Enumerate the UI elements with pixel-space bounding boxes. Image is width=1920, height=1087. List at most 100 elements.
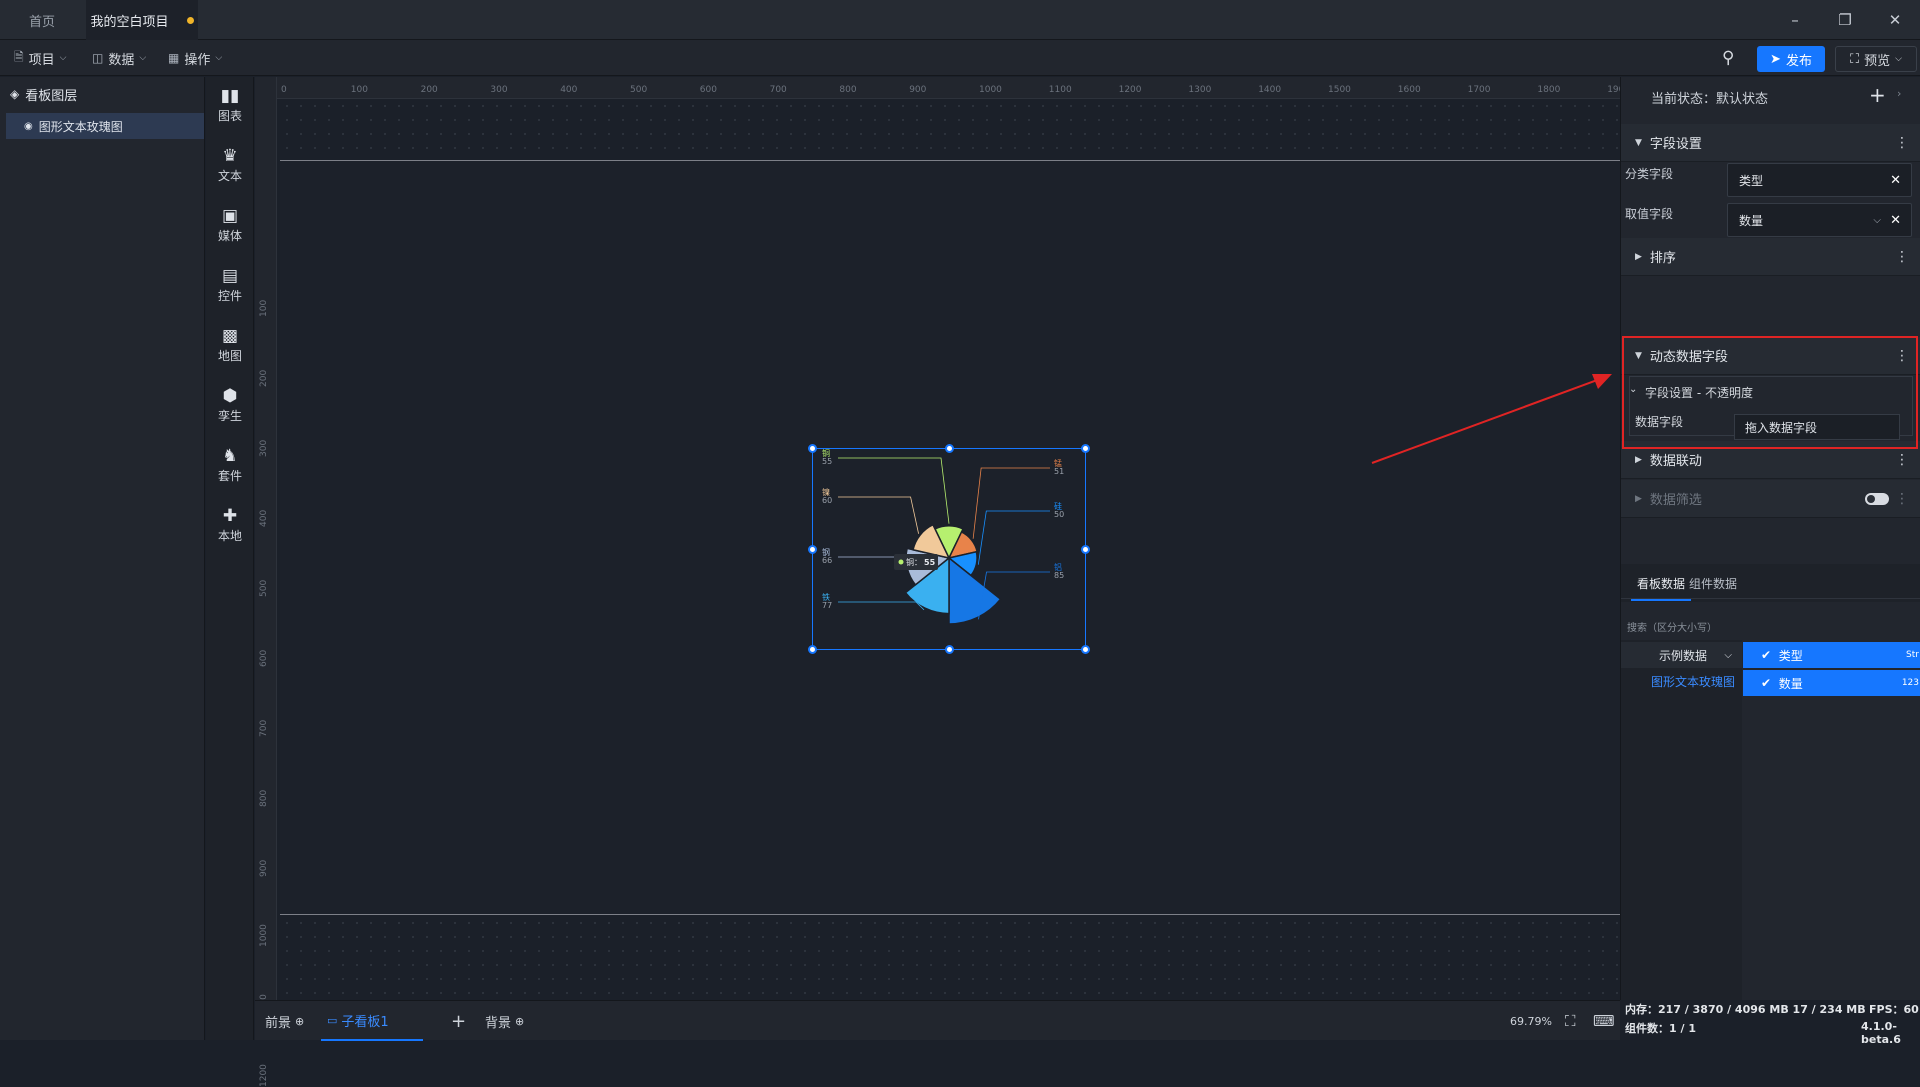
resize-handle[interactable] xyxy=(808,545,817,554)
search-icon[interactable]: ⚲ xyxy=(1722,40,1734,76)
annotation-arrow xyxy=(1371,374,1612,464)
component-map[interactable]: ▩ 地图 xyxy=(206,320,254,370)
component-label: 媒体 xyxy=(217,228,242,243)
component-cube[interactable]: ⬢ 孪生 xyxy=(206,380,254,430)
ruler-tick-label: 1200 xyxy=(259,1064,269,1087)
tab-foreground[interactable]: 前景 ⊕ xyxy=(265,1001,304,1041)
value-field-label: 取值字段 xyxy=(1625,207,1674,221)
layers-title: 看板图层 xyxy=(25,88,78,104)
ruler-tick-label: 300 xyxy=(490,85,508,95)
value-field-value: 数量 xyxy=(1739,213,1764,228)
resize-handle[interactable] xyxy=(945,444,954,453)
ruler-tick-label: 100 xyxy=(259,299,269,317)
zoom-level[interactable]: 69.79% xyxy=(1510,1001,1552,1041)
more-icon[interactable]: ⋮ xyxy=(1895,249,1909,265)
section-title: 排序 xyxy=(1649,251,1676,266)
resize-handle[interactable] xyxy=(1081,444,1090,453)
selection-box[interactable] xyxy=(808,444,1090,654)
close-icon[interactable]: ✕ xyxy=(1870,0,1920,40)
ruler-tick-label: 100 xyxy=(350,85,368,95)
tab-component-data[interactable]: 组件数据 xyxy=(1689,575,1737,592)
publish-button[interactable]: ➤ 发布 xyxy=(1757,46,1825,72)
ruler-tick-label: 400 xyxy=(560,85,578,95)
resize-handle[interactable] xyxy=(945,645,954,654)
chevron-down-icon: ⌵ xyxy=(1873,214,1881,226)
keyboard-icon[interactable]: ⌨ xyxy=(1593,1001,1615,1041)
chevron-down-icon: ⌵ xyxy=(139,53,147,63)
menu-project[interactable]: 🗎 项目 ⌵ xyxy=(14,40,67,76)
add-circle-icon[interactable]: ⊕ xyxy=(515,1015,524,1028)
clear-icon[interactable]: ✕ xyxy=(1890,213,1901,228)
chevron-right-icon[interactable]: › xyxy=(1897,87,1901,100)
menu-operate-label: 操作 xyxy=(184,52,211,68)
check-icon: ✔ xyxy=(1761,648,1772,662)
more-icon[interactable]: ⋮ xyxy=(1895,491,1909,507)
tab-home[interactable]: 首页 xyxy=(0,0,84,40)
category-field[interactable]: 类型 ✕ xyxy=(1727,163,1912,197)
tab-board-data[interactable]: 看板数据 xyxy=(1630,575,1692,601)
component-label: 地图 xyxy=(217,348,242,363)
layer-item[interactable]: ◉ 图形文本玫瑰图 xyxy=(6,113,204,139)
component-label: 本地 xyxy=(217,528,242,543)
component-bar-chart[interactable]: ▮▮ 图表 xyxy=(206,80,254,130)
bottom-bar: 前景 ⊕ ▭ 子看板1 + 背景 ⊕ 69.79% ⛶ ⌨ xyxy=(255,1000,1620,1041)
send-icon: ➤ xyxy=(1770,51,1781,67)
add-tab-icon[interactable]: + xyxy=(451,1001,466,1041)
database-icon: ◫ xyxy=(92,51,104,65)
filter-toggle[interactable] xyxy=(1865,493,1889,505)
column-value[interactable]: ✔ 数量 123 xyxy=(1743,670,1920,696)
tab-project[interactable]: 我的空白项目 xyxy=(86,0,198,40)
component-label: 控件 xyxy=(217,288,242,303)
ruler-tick-label: 1400 xyxy=(1258,85,1282,95)
value-field[interactable]: 数量 ⌵ ✕ xyxy=(1727,203,1912,237)
monitor-icon: ▭ xyxy=(327,1013,338,1027)
section-filter[interactable]: ▶ 数据筛选 ⋮ xyxy=(1621,480,1920,518)
resize-handle[interactable] xyxy=(808,444,817,453)
ruler-tick-label: 300 xyxy=(259,439,269,457)
menu-data[interactable]: ◫ 数据 ⌵ xyxy=(92,40,146,76)
ruler-tick-label: 1800 xyxy=(1537,85,1561,95)
ruler-tick-label: 700 xyxy=(259,719,269,737)
resize-handle[interactable] xyxy=(1081,645,1090,654)
chevron-down-icon: ⌵ xyxy=(59,53,67,63)
restore-icon[interactable]: ❐ xyxy=(1820,0,1870,40)
section-sort[interactable]: ▶ 排序 ⋮ xyxy=(1621,238,1920,276)
section-field-settings[interactable]: ▼ 字段设置 ⋮ xyxy=(1621,124,1920,162)
tab-foreground-label: 前景 xyxy=(265,1015,292,1031)
tab-project-label: 我的空白项目 xyxy=(90,14,169,30)
menu-project-label: 项目 xyxy=(28,52,55,68)
add-state-icon[interactable]: + xyxy=(1869,83,1886,107)
component-suit[interactable]: ♞ 套件 xyxy=(206,440,254,490)
search-hint[interactable]: 搜索（区分大小写） xyxy=(1627,619,1717,634)
ruler-tick-label: 900 xyxy=(909,85,927,95)
data-tabs: 看板数据 组件数据 xyxy=(1621,565,1920,601)
minimize-icon[interactable]: – xyxy=(1770,0,1820,40)
add-circle-icon[interactable]: ⊕ xyxy=(295,1015,304,1028)
tab-background[interactable]: 背景 ⊕ xyxy=(485,1001,524,1041)
component-media[interactable]: ▣ 媒体 xyxy=(206,200,254,250)
ruler-tick-label: 600 xyxy=(259,649,269,667)
component-text[interactable]: ♛ 文本 xyxy=(206,140,254,190)
resize-handle[interactable] xyxy=(1081,545,1090,554)
fit-screen-icon[interactable]: ⛶ xyxy=(1565,1001,1576,1041)
component-label: 图表 xyxy=(217,108,242,123)
resize-handle[interactable] xyxy=(808,645,817,654)
more-icon[interactable]: ⋮ xyxy=(1895,135,1909,151)
ruler-tick-label: 200 xyxy=(420,85,438,95)
preview-button[interactable]: ⛶ 预览 ⌵ xyxy=(1835,46,1917,72)
data-field-drop[interactable]: 拖入数据字段 xyxy=(1734,414,1900,440)
column-name: 数量 xyxy=(1778,676,1803,691)
column-type[interactable]: ✔ 类型 Str xyxy=(1743,642,1920,668)
component-widget[interactable]: ▤ 控件 xyxy=(206,260,254,310)
tab-subboard[interactable]: ▭ 子看板1 xyxy=(321,1001,423,1041)
clear-icon[interactable]: ✕ xyxy=(1890,173,1901,188)
chart-layer-icon: ◉ xyxy=(24,120,33,132)
more-icon[interactable]: ⋮ xyxy=(1895,452,1909,468)
caret-right-icon: ▶ xyxy=(1635,493,1642,504)
menu-operate[interactable]: ▦ 操作 ⌵ xyxy=(168,40,222,76)
section-title: 字段设置 xyxy=(1649,137,1702,152)
dataset-link[interactable]: 图形文本玫瑰图 xyxy=(1621,668,1742,694)
dataset-item[interactable]: 示例数据 ⌵ xyxy=(1621,642,1742,668)
ruler-tick-label: 400 xyxy=(259,509,269,527)
component-puzzle[interactable]: ✚ 本地 xyxy=(206,500,254,550)
